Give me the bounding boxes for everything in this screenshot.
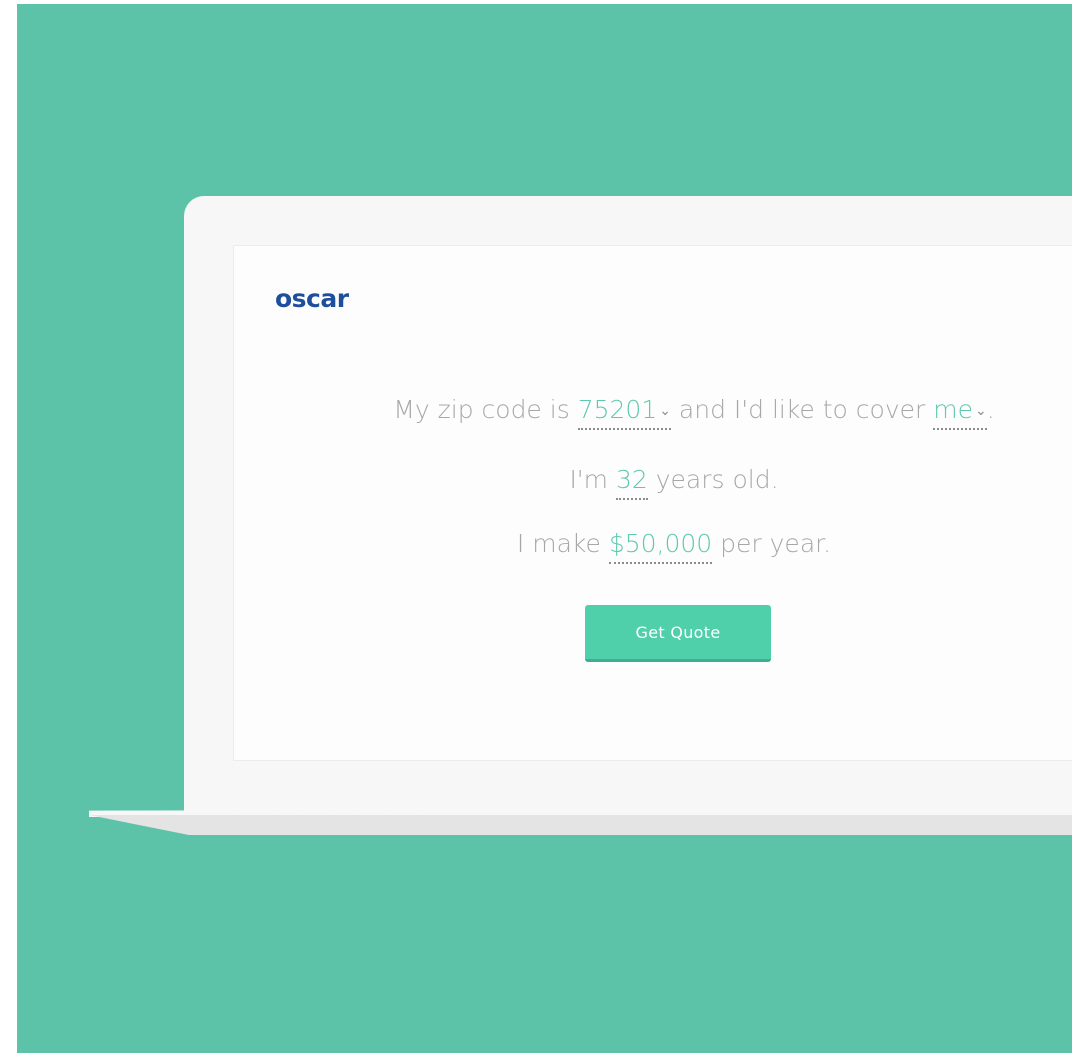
laptop-screen: oscar My zip code is 75201 ⌄ and I'd like… bbox=[184, 196, 1072, 814]
zip-code-value: 75201 bbox=[577, 395, 658, 424]
laptop-base bbox=[89, 815, 1072, 835]
zip-prefix-text: My zip code is bbox=[393, 395, 578, 424]
oscar-logo[interactable]: oscar bbox=[275, 284, 349, 313]
age-prefix-text: I'm bbox=[569, 465, 616, 494]
zip-cover-sentence: My zip code is 75201 ⌄ and I'd like to co… bbox=[234, 395, 1072, 430]
age-suffix-text: years old. bbox=[647, 465, 779, 494]
income-prefix-text: I make bbox=[516, 529, 609, 558]
cover-value: me bbox=[933, 395, 973, 424]
cover-middle-text: and I'd like to cover bbox=[670, 395, 934, 424]
cover-suffix-text: . bbox=[986, 395, 995, 424]
age-input[interactable]: 32 bbox=[615, 465, 648, 500]
chevron-down-icon: ⌄ bbox=[974, 402, 987, 419]
browser-viewport: oscar My zip code is 75201 ⌄ and I'd like… bbox=[233, 245, 1072, 761]
green-background: oscar My zip code is 75201 ⌄ and I'd like… bbox=[17, 4, 1072, 1053]
income-input[interactable]: $50,000 bbox=[608, 529, 713, 564]
zip-code-select[interactable]: 75201 ⌄ bbox=[577, 395, 671, 430]
cover-select[interactable]: me ⌄ bbox=[933, 395, 987, 430]
age-sentence: I'm 32 years old. bbox=[234, 465, 1072, 500]
chevron-down-icon: ⌄ bbox=[659, 402, 671, 419]
income-sentence: I make $50,000 per year. bbox=[234, 529, 1072, 564]
get-quote-button[interactable]: Get Quote bbox=[585, 605, 771, 662]
income-suffix-text: per year. bbox=[712, 529, 832, 558]
